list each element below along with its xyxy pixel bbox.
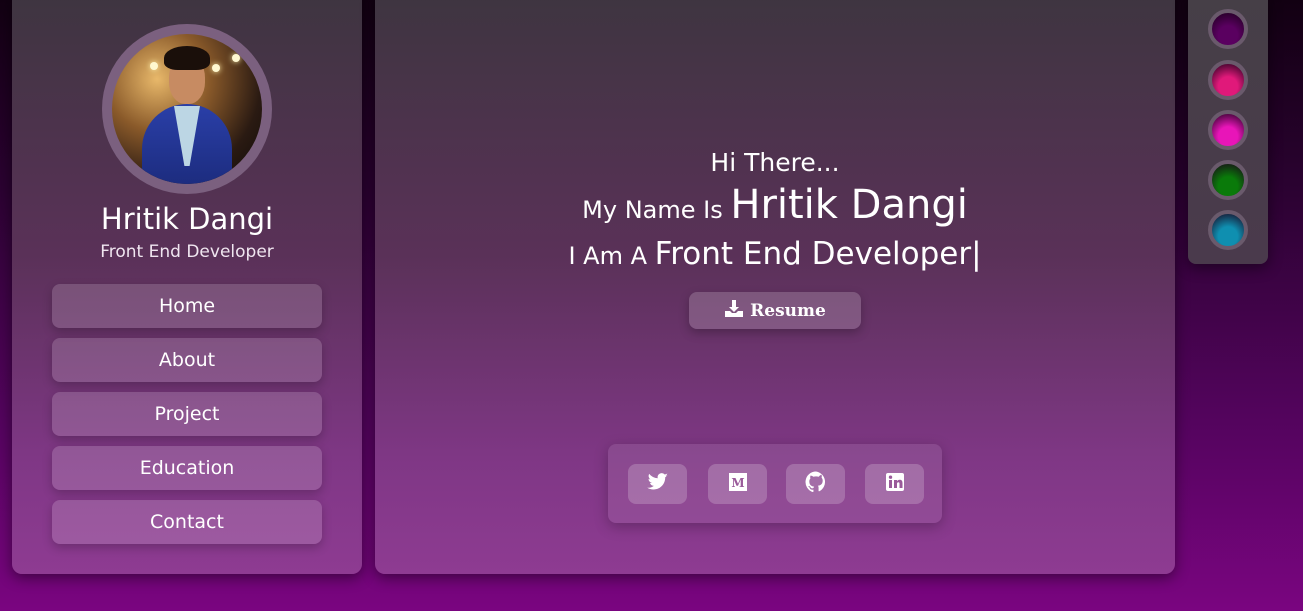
typed-role: Front End Developer|	[654, 236, 982, 272]
name-line: My Name Is Hritik Dangi	[375, 182, 1175, 228]
linkedin-link[interactable]	[865, 464, 924, 504]
github-icon	[805, 471, 827, 497]
hero-name: Hritik Dangi	[730, 182, 968, 228]
avatar-ring	[102, 24, 272, 194]
avatar	[112, 34, 262, 184]
nav-education-button[interactable]: Education	[52, 446, 322, 490]
nav-contact-button[interactable]: Contact	[52, 500, 322, 544]
profile-role: Front End Developer	[100, 242, 274, 262]
role-line: I Am A Front End Developer|	[375, 236, 1175, 272]
resume-button[interactable]: Resume	[689, 292, 861, 329]
name-prefix: My Name Is	[582, 196, 723, 224]
twitter-icon	[646, 473, 669, 495]
nav-menu: Home About Project Education Contact	[52, 284, 322, 554]
nav-home-button[interactable]: Home	[52, 284, 322, 328]
theme-switcher	[1188, 0, 1268, 264]
nav-project-button[interactable]: Project	[52, 392, 322, 436]
profile-sidebar: Hritik Dangi Front End Developer Home Ab…	[12, 0, 362, 574]
download-icon	[724, 298, 744, 323]
theme-swatch-teal[interactable]	[1208, 210, 1248, 250]
theme-swatch-purple[interactable]	[1208, 9, 1248, 49]
main-panel: Hi There... My Name Is Hritik Dangi I Am…	[375, 0, 1175, 574]
theme-swatch-green[interactable]	[1208, 160, 1248, 200]
linkedin-icon	[885, 472, 905, 496]
github-link[interactable]	[786, 464, 845, 504]
resume-label: Resume	[750, 300, 826, 321]
medium-icon: M	[728, 472, 748, 496]
svg-text:M: M	[731, 476, 744, 490]
social-links: M	[608, 444, 942, 523]
theme-swatch-pink[interactable]	[1208, 60, 1248, 100]
profile-name: Hritik Dangi	[100, 202, 274, 236]
twitter-link[interactable]	[628, 464, 687, 504]
nav-about-button[interactable]: About	[52, 338, 322, 382]
theme-swatch-magenta[interactable]	[1208, 110, 1248, 150]
role-prefix: I Am A	[568, 242, 647, 270]
greeting-text: Hi There...	[710, 148, 840, 177]
medium-link[interactable]: M	[708, 464, 767, 504]
